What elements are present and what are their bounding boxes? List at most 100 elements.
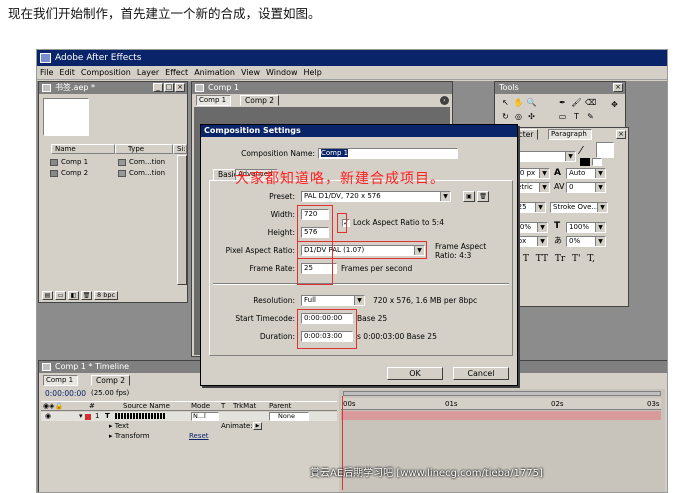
app-titlebar: Adobe After Effects <box>37 50 667 66</box>
col-size[interactable]: Si: <box>173 144 187 154</box>
track-camera-icon[interactable]: ✣ <box>526 112 537 123</box>
resolution-info: 720 x 576, 1.6 MB per 8bpc <box>373 296 478 305</box>
menu-composition[interactable]: Composition <box>78 66 134 80</box>
layer-duration-bar[interactable] <box>341 411 661 420</box>
close-button[interactable]: × <box>616 130 626 139</box>
small-caps-button[interactable]: Tr <box>555 254 565 264</box>
layer-name-bar <box>115 413 165 419</box>
pen-tool-icon[interactable]: ✒ <box>557 98 568 109</box>
pan-behind-icon[interactable]: ✥ <box>609 100 620 111</box>
close-button[interactable]: × <box>613 83 623 92</box>
tab-timeline-comp-1[interactable]: Comp 1 <box>43 375 79 386</box>
lock-highlight <box>337 213 347 233</box>
menu-edit[interactable]: Edit <box>56 66 78 80</box>
layer-parent-select[interactable]: None <box>269 412 309 421</box>
hand-tool-icon[interactable]: ✋ <box>513 98 524 109</box>
close-button[interactable]: × <box>175 83 185 92</box>
layer-name[interactable]: T <box>105 412 110 420</box>
preset-select[interactable]: PAL D1/DV, 720 x 576 ▼ <box>301 191 451 202</box>
col-name[interactable]: Name <box>51 144 115 154</box>
transform-property[interactable]: ▸ Transform <box>109 432 150 440</box>
ruler-tick-label: 03s <box>647 400 660 408</box>
list-item[interactable]: Comp 1 <box>50 157 88 167</box>
tab-paragraph[interactable]: Paragraph <box>548 129 592 140</box>
eraser-tool-icon[interactable]: ⌫ <box>585 98 596 109</box>
tab-comp-2[interactable]: Comp 2 <box>240 95 280 106</box>
stroke-mode-select[interactable]: Stroke Ove... ▼ <box>550 202 608 213</box>
rectangle-tool-icon[interactable]: ▭ <box>557 112 568 123</box>
superscript-button[interactable]: T' <box>572 254 580 264</box>
label-color-swatch[interactable] <box>85 414 91 420</box>
pen-variant-icon[interactable]: ✎ <box>585 112 596 123</box>
text-property[interactable]: ▸ Text <box>109 422 129 430</box>
subscript-button[interactable]: T, <box>587 254 595 264</box>
new-comp-icon[interactable]: ◧ <box>68 291 79 300</box>
height-label: Height: <box>267 228 295 237</box>
animate-menu-icon[interactable]: ▶ <box>253 422 262 430</box>
menu-layer[interactable]: Layer <box>134 66 162 80</box>
new-folder-icon[interactable]: ▭ <box>55 291 66 300</box>
menu-help[interactable]: Help <box>301 66 325 80</box>
minimize-button[interactable]: _ <box>153 83 163 92</box>
font-select[interactable]: ar▼ <box>508 151 576 162</box>
orbit-camera-icon[interactable]: ◎ <box>513 112 524 123</box>
zoom-tool-icon[interactable]: 🔍 <box>526 98 537 109</box>
col-type[interactable]: Type <box>115 144 173 154</box>
width-label: Width: <box>270 210 295 219</box>
col-source-name[interactable]: Source Name <box>123 402 170 410</box>
timeline-title: Comp 1 * Timeline <box>55 362 130 371</box>
tools-title: Tools <box>499 83 519 92</box>
trash-icon[interactable]: 🗑 <box>81 291 92 300</box>
black-swatch[interactable] <box>580 158 590 166</box>
menu-effect[interactable]: Effect <box>162 66 191 80</box>
text-style-buttons[interactable]: T T TT Tr T' T, <box>510 254 595 264</box>
faux-italic-button[interactable]: T <box>523 254 529 264</box>
tab-comp-1[interactable]: Comp 1 <box>196 95 232 106</box>
leading-field[interactable]: Auto ▼ <box>566 168 606 179</box>
par-highlight <box>297 241 427 259</box>
cancel-button[interactable]: Cancel <box>453 367 509 380</box>
menu-window[interactable]: Window <box>263 66 301 80</box>
comp-name-input[interactable]: Comp 1 <box>318 148 458 159</box>
watermark: 賞云AE后期学习吧 [www.linecg.com/tieba/1775] <box>310 468 543 479</box>
time-ruler[interactable]: 00s 01s 02s 03s <box>341 398 661 410</box>
delete-preset-icon[interactable]: 🗑 <box>477 191 489 202</box>
white-swatch[interactable] <box>592 158 602 166</box>
horizontal-scale-field[interactable]: 100% ▼ <box>566 222 606 233</box>
menu-animation[interactable]: Animation <box>191 66 238 80</box>
layer-mode-select[interactable]: N...l <box>191 412 219 421</box>
rotate-tool-icon[interactable]: ↻ <box>500 112 511 123</box>
reset-link[interactable]: Reset <box>189 432 209 440</box>
visibility-icon[interactable]: ◉ <box>45 412 51 420</box>
type-tool-icon[interactable]: T <box>571 112 582 123</box>
panel-menu-icon[interactable]: › <box>440 96 449 105</box>
fill-color-swatch[interactable] <box>596 142 614 158</box>
col-parent: Parent <box>269 402 292 410</box>
current-timecode[interactable]: 0:00:00:00 <box>45 389 86 398</box>
menu-file[interactable]: File <box>37 66 56 80</box>
expand-arrow-icon[interactable]: ▾ <box>79 412 83 420</box>
project-scrollbar[interactable] <box>177 155 187 285</box>
tsume-field[interactable]: 0% ▼ <box>566 236 606 247</box>
layer-row[interactable]: ◉ ▾ 1 T N...l None <box>41 412 337 421</box>
project-title: 书签.aep * <box>55 83 95 92</box>
resolution-select[interactable]: Full ▼ <box>301 295 365 306</box>
zoom-slider[interactable] <box>343 391 661 396</box>
list-item[interactable]: Comp 2 <box>50 168 88 178</box>
tab-timeline-comp-2[interactable]: Comp 2 <box>91 375 131 386</box>
selection-tool-icon[interactable]: ↖ <box>500 98 511 109</box>
maximize-button[interactable]: □ <box>164 83 174 92</box>
menu-view[interactable]: View <box>238 66 263 80</box>
bpc-button[interactable]: 8 bpc <box>94 291 119 300</box>
tracking-field[interactable]: 0 ▼ <box>566 182 606 193</box>
col-trkmat: TrkMat <box>233 402 257 410</box>
eyedropper-icon[interactable]: ⁄ <box>580 144 582 157</box>
tsume-icon: あ <box>554 236 562 245</box>
interpret-footage-icon[interactable]: ▤ <box>42 291 53 300</box>
brush-tool-icon[interactable]: 🖌 <box>571 98 582 109</box>
save-preset-icon[interactable]: ▣ <box>463 191 475 202</box>
ok-button[interactable]: OK <box>387 367 443 380</box>
start-timecode-base: Base 25 <box>357 314 388 323</box>
all-caps-button[interactable]: TT <box>536 254 548 264</box>
frame-rate-readout: (25.00 fps) <box>91 389 130 397</box>
